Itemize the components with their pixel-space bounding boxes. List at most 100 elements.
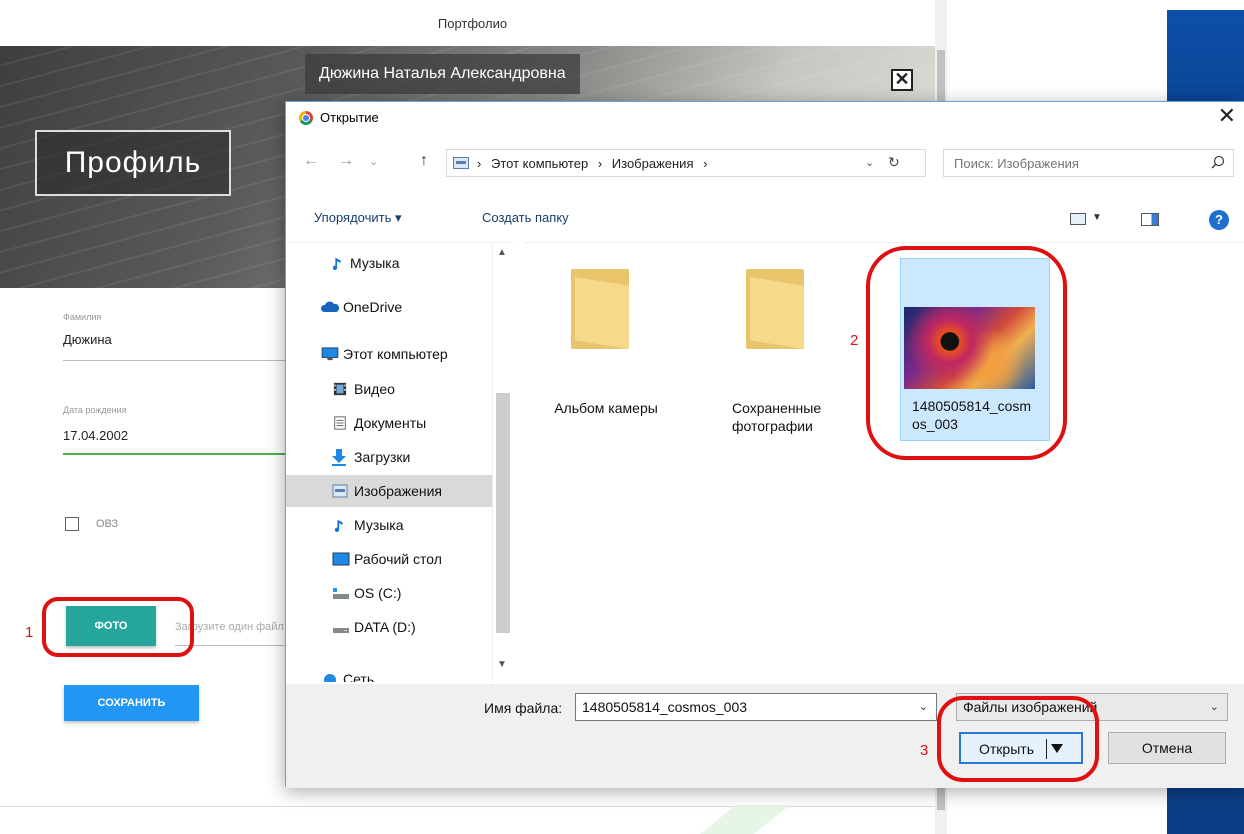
birthdate-field[interactable]: 17.04.2002 xyxy=(63,428,128,443)
surname-underline xyxy=(63,360,288,361)
sidebar-item-label: Рабочий стол xyxy=(354,551,442,567)
view-dropdown-icon[interactable]: ▼ xyxy=(1092,212,1102,223)
scroll-down-icon[interactable]: ▼ xyxy=(497,659,507,670)
video-icon xyxy=(333,382,347,396)
drive-icon xyxy=(333,588,349,599)
user-full-name: Дюжина Наталья Александровна xyxy=(305,54,580,94)
page-nav-title: Портфолио xyxy=(437,16,508,31)
address-row: ← → ⌄ ↑ › Этот компьютер › Изображения ›… xyxy=(286,146,1244,180)
breadcrumb-sep[interactable]: › xyxy=(703,156,707,171)
address-dropdown-icon[interactable]: ⌄ xyxy=(865,156,874,169)
breadcrumb: › Этот компьютер › Изображения › xyxy=(477,156,707,171)
sidebar-item-music[interactable]: Музыка xyxy=(286,247,494,279)
sidebar-item-label: Изображения xyxy=(354,483,442,499)
ovz-label: ОВЗ xyxy=(96,518,119,530)
search-input[interactable] xyxy=(944,150,1194,176)
sidebar-item-drive-c[interactable]: OS (C:) xyxy=(286,577,494,609)
chevron-down-icon: ⌄ xyxy=(1209,701,1219,713)
new-folder-button[interactable]: Создать папку xyxy=(482,210,569,225)
folder-icon xyxy=(746,269,804,349)
filename-label: Имя файла: xyxy=(484,700,563,716)
drive-icon xyxy=(333,628,349,633)
sidebar-item-label: Музыка xyxy=(354,517,404,533)
chrome-icon xyxy=(299,111,313,125)
dialog-close-icon[interactable]: ✕ xyxy=(1218,104,1236,128)
sidebar-item-label: OneDrive xyxy=(343,299,403,315)
sidebar-item-network[interactable]: Сеть xyxy=(286,663,494,682)
sidebar-item-music-2[interactable]: Музыка xyxy=(286,509,494,541)
scrollbar-thumb[interactable] xyxy=(496,393,510,633)
birthdate-label: Дата рождения xyxy=(63,405,127,415)
back-arrow-icon[interactable]: ← xyxy=(303,152,319,170)
surname-field[interactable]: Дюжина xyxy=(63,332,112,347)
forward-arrow-icon[interactable]: → xyxy=(338,152,354,170)
profile-title: Профиль xyxy=(35,130,231,196)
sidebar-item-label: DATA (D:) xyxy=(354,619,416,635)
sidebar-item-video[interactable]: Видео xyxy=(286,373,494,405)
document-icon xyxy=(334,416,346,430)
search-icon[interactable] xyxy=(1211,155,1225,169)
sidebar-item-label: Документы xyxy=(354,415,427,431)
sidebar-item-label: Видео xyxy=(354,381,395,397)
sidebar-item-this-pc[interactable]: Этот компьютер xyxy=(286,338,494,370)
annotation-circle-2 xyxy=(866,246,1067,460)
sidebar-item-label: Загрузки xyxy=(354,449,411,465)
birthdate-underline xyxy=(63,453,288,455)
close-icon[interactable]: ✕ xyxy=(891,69,913,91)
surname-label: Фамилия xyxy=(63,312,102,322)
dialog-titlebar: Открытие ✕ xyxy=(286,102,1244,132)
chevron-down-icon[interactable]: ⌄ xyxy=(919,700,928,713)
up-arrow-icon[interactable]: ↑ xyxy=(420,152,428,170)
music-icon xyxy=(332,257,341,270)
file-open-dialog: Открытие ✕ ← → ⌄ ↑ › Этот компьютер › Из… xyxy=(285,101,1244,788)
filename-input[interactable] xyxy=(576,694,906,720)
refresh-icon[interactable]: ↻ xyxy=(888,154,900,171)
sidebar-item-drive-d[interactable]: DATA (D:) xyxy=(286,611,494,643)
sidebar-item-documents[interactable]: Документы xyxy=(286,407,494,439)
pictures-icon xyxy=(332,484,348,498)
annotation-number-2: 2 xyxy=(850,332,859,349)
address-bar[interactable]: › Этот компьютер › Изображения › ⌄ ↻ xyxy=(446,149,926,177)
music-icon xyxy=(334,519,343,532)
file-label: Альбом камеры xyxy=(554,400,658,416)
scroll-up-icon[interactable]: ▲ xyxy=(497,247,507,258)
ovz-checkbox[interactable] xyxy=(65,517,79,531)
top-bar: Портфолио xyxy=(0,0,945,46)
breadcrumb-this-pc[interactable]: Этот компьютер xyxy=(491,156,588,171)
dialog-toolbar: Упорядочить ▾ Создать папку ▼ ? xyxy=(286,203,1244,237)
network-icon xyxy=(324,674,336,682)
annotation-number-3: 3 xyxy=(920,742,929,759)
sidebar-item-pictures[interactable]: Изображения xyxy=(286,475,494,507)
sidebar-item-desktop[interactable]: Рабочий стол xyxy=(286,543,494,575)
pictures-folder-icon xyxy=(453,157,469,169)
divider xyxy=(0,806,935,807)
sidebar-item-onedrive[interactable]: OneDrive xyxy=(286,291,494,323)
preview-pane-icon[interactable] xyxy=(1141,213,1159,226)
sidebar-item-label: Музыка xyxy=(350,255,400,271)
view-mode-icon[interactable] xyxy=(1070,213,1086,225)
breadcrumb-sep: › xyxy=(597,156,603,171)
computer-icon xyxy=(321,347,339,361)
navigation-pane: Музыка OneDrive Этот компьютер Видео Док… xyxy=(286,242,514,682)
download-icon xyxy=(332,449,346,466)
dialog-footer: Имя файла: ⌄ Файлы изображений ⌄ Открыть… xyxy=(286,684,1244,788)
organize-menu[interactable]: Упорядочить ▾ xyxy=(314,210,402,226)
search-box[interactable] xyxy=(943,149,1234,177)
recent-locations-icon[interactable]: ⌄ xyxy=(369,155,378,168)
annotation-circle-3 xyxy=(937,696,1099,782)
folder-icon xyxy=(571,269,629,349)
sidebar-item-label: OS (C:) xyxy=(354,585,402,601)
breadcrumb-pictures[interactable]: Изображения xyxy=(612,156,694,171)
breadcrumb-sep: › xyxy=(477,156,482,171)
cancel-button[interactable]: Отмена xyxy=(1108,732,1226,764)
sidebar-item-downloads[interactable]: Загрузки xyxy=(286,441,494,473)
annotation-number-1: 1 xyxy=(25,624,34,641)
filename-field[interactable]: ⌄ xyxy=(575,693,937,721)
save-button[interactable]: СОХРАНИТЬ xyxy=(64,685,199,721)
decorative-shape xyxy=(700,805,790,834)
desktop-icon xyxy=(332,552,350,566)
sidebar-scrollbar[interactable]: ▲ ▼ xyxy=(492,243,512,682)
annotation-circle-1 xyxy=(42,597,194,657)
help-icon[interactable]: ? xyxy=(1209,210,1229,230)
dialog-title: Открытие xyxy=(320,110,379,125)
